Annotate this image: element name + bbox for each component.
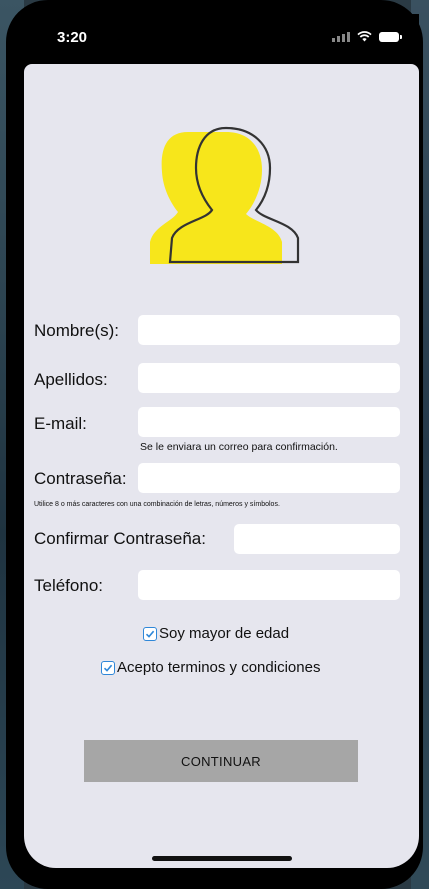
apellidos-label: Apellidos: <box>34 370 108 389</box>
apellidos-input[interactable] <box>138 363 400 393</box>
notch <box>138 14 334 54</box>
password-input[interactable] <box>138 463 400 493</box>
phone-input[interactable] <box>138 570 400 600</box>
checkmark-icon <box>145 630 155 638</box>
password-hint: Utilice 8 o más caracteres con una combi… <box>34 501 280 508</box>
signal-icon <box>332 31 350 42</box>
status-time: 3:20 <box>57 29 88 46</box>
checkmark-icon <box>103 664 113 672</box>
password-label: Contraseña: <box>34 469 127 488</box>
phone-label: Teléfono: <box>34 576 103 595</box>
confirm-password-input[interactable] <box>234 524 400 554</box>
status-bar: 3:20 <box>24 14 419 64</box>
email-input[interactable] <box>138 407 400 437</box>
user-silhouette-icon <box>150 126 300 264</box>
adult-checkbox[interactable] <box>143 626 157 641</box>
nombre-input[interactable] <box>138 315 400 345</box>
terms-checkbox-row[interactable]: Acepto terminos y condiciones <box>101 659 320 676</box>
terms-checkbox-label: Acepto terminos y condiciones <box>117 659 321 676</box>
adult-checkbox-label: Soy mayor de edad <box>159 625 290 642</box>
home-indicator <box>152 856 292 861</box>
email-label: E-mail: <box>34 414 87 433</box>
battery-icon <box>379 31 402 42</box>
continue-button[interactable]: CONTINUAR <box>84 740 358 782</box>
email-hint: Se le enviara un correo para confirmació… <box>140 441 338 453</box>
status-icons <box>332 31 402 42</box>
registration-screen: Nombre(s): Apellidos: E-mail: Se le envi… <box>24 64 419 868</box>
wifi-icon <box>357 31 372 42</box>
terms-checkbox[interactable] <box>101 660 115 675</box>
nombre-label: Nombre(s): <box>34 321 120 340</box>
adult-checkbox-row[interactable]: Soy mayor de edad <box>143 625 289 642</box>
confirm-password-label: Confirmar Contraseña: <box>34 529 206 548</box>
